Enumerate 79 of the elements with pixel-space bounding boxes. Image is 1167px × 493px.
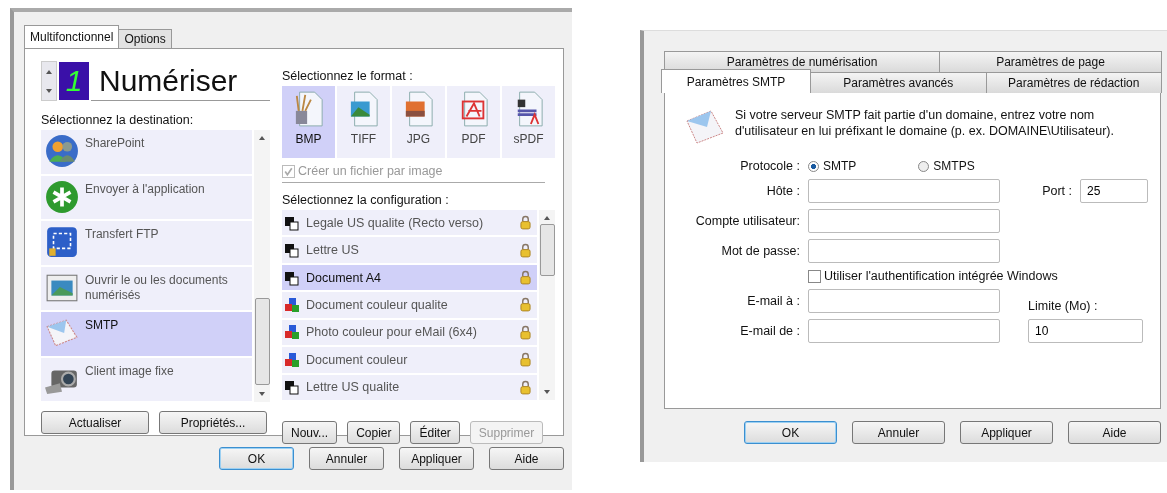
destination-item[interactable]: Transfert FTP xyxy=(41,221,252,265)
port-field[interactable]: 25 xyxy=(1080,179,1148,203)
landscape-file-icon xyxy=(348,90,379,128)
transfer-icon xyxy=(45,225,79,259)
pages-icon xyxy=(284,269,300,286)
dialog-button[interactable]: Propriétés... xyxy=(159,411,267,434)
limit-field[interactable]: 10 xyxy=(1028,319,1143,343)
windows-auth-checkbox[interactable]: Utiliser l'authentification intégrée Windows xyxy=(808,269,1148,283)
format-option[interactable]: TIFF xyxy=(337,86,390,158)
checkmark-icon xyxy=(283,165,294,177)
configuration-label: Sélectionnez la configuration : xyxy=(282,193,450,207)
dialog-button[interactable]: Actualiser xyxy=(41,411,149,434)
sunset-file-icon xyxy=(403,90,434,128)
dialog-button[interactable]: Aide xyxy=(489,447,564,470)
email-from-field[interactable] xyxy=(808,319,1000,343)
tab[interactable]: Multifonctionnel xyxy=(24,25,120,48)
tab[interactable]: Paramètres de numérisation xyxy=(664,51,940,72)
configuration-item[interactable]: Lettre US qualite xyxy=(282,374,537,400)
format-option[interactable]: JPG xyxy=(392,86,445,158)
cubes-icon xyxy=(284,351,300,368)
dialog-button[interactable]: Appliquer xyxy=(960,421,1053,444)
account-field[interactable] xyxy=(808,209,1000,233)
field-label: Protocole : xyxy=(739,159,800,173)
format-option[interactable]: PDF xyxy=(447,86,500,158)
tab[interactable]: Options xyxy=(118,29,172,48)
configuration-item[interactable]: Photo couleur pour eMail (6x4) xyxy=(282,319,537,346)
format-option[interactable]: sPDF xyxy=(502,86,555,158)
pages-icon xyxy=(284,214,300,231)
configuration-item[interactable]: Document couleur qualite xyxy=(282,292,537,318)
destination-item[interactable]: Envoyer à l'application xyxy=(41,175,252,219)
dialog-button[interactable]: Annuler xyxy=(309,447,384,470)
cubes-icon xyxy=(284,324,300,341)
password-field[interactable] xyxy=(808,239,1000,263)
brushes-file-icon xyxy=(293,90,324,128)
dialog-button[interactable]: Nouv... xyxy=(282,421,338,444)
radio-button[interactable]: SMTPS xyxy=(918,159,975,173)
destination-label: Sélectionnez la destination: xyxy=(41,113,195,127)
people-icon xyxy=(45,134,79,168)
field-label: E-mail de : xyxy=(739,324,800,338)
field-label: Hôte : xyxy=(765,184,800,198)
dialog-button[interactable]: Aide xyxy=(1068,421,1161,444)
tab[interactable]: Paramètres de page xyxy=(939,51,1162,72)
dialog-button[interactable]: Copier xyxy=(347,421,401,444)
job-number: 1 xyxy=(59,62,89,100)
host-field[interactable] xyxy=(808,179,1000,203)
dialog-button[interactable]: OK xyxy=(744,421,837,444)
dialog-button[interactable]: Appliquer xyxy=(399,447,474,470)
scrollbar[interactable] xyxy=(254,130,270,402)
destination-item[interactable]: Ouvrir le ou les documents numérisés xyxy=(41,266,252,310)
dialog-button[interactable]: Éditer xyxy=(410,421,460,444)
dialog-button[interactable]: OK xyxy=(219,447,294,470)
tab[interactable]: Paramètres SMTP xyxy=(661,69,811,93)
field-label: Limite (Mo) : xyxy=(1027,299,1099,313)
destination-item[interactable]: SMTP xyxy=(41,312,252,356)
tab[interactable]: Paramètres avancés xyxy=(810,72,987,93)
cubes-icon xyxy=(284,296,300,313)
radio-button[interactable]: SMTP xyxy=(808,159,857,173)
dialog-button[interactable]: Annuler xyxy=(852,421,945,444)
destination-item[interactable]: SharePoint xyxy=(41,130,252,174)
configuration-item[interactable]: Legale US qualite (Recto verso) xyxy=(282,210,537,236)
email-to-field[interactable] xyxy=(808,289,1000,313)
field-label: Port : xyxy=(1041,184,1072,198)
job-title: Numériser xyxy=(91,61,270,101)
pages-icon xyxy=(284,242,300,259)
tab[interactable]: Paramètres de rédaction xyxy=(985,72,1162,93)
format-option[interactable]: BMP xyxy=(282,86,335,158)
configuration-item[interactable]: Document couleur xyxy=(282,347,537,373)
field-label: Mot de passe: xyxy=(720,244,800,258)
configuration-item[interactable]: Lettre US xyxy=(282,237,537,263)
configuration-item[interactable]: Document A4 xyxy=(282,264,537,291)
field-label: Compte utilisateur: xyxy=(694,214,800,228)
asterisk-icon xyxy=(45,179,79,214)
spinner[interactable] xyxy=(41,61,57,101)
pages-icon xyxy=(284,379,300,396)
destination-item[interactable]: Client image fixe xyxy=(41,357,252,401)
info-text: Si votre serveur SMTP fait partie d'un domaine, entrez votre nom d'utilisateur en lui préfixant le domaine (p. ex. DOMAINE\Utilisateur). xyxy=(735,107,1115,140)
field-label: E-mail à : xyxy=(746,294,800,308)
scrollbar[interactable] xyxy=(539,210,555,400)
format-label: Sélectionnez le format : xyxy=(282,69,414,83)
